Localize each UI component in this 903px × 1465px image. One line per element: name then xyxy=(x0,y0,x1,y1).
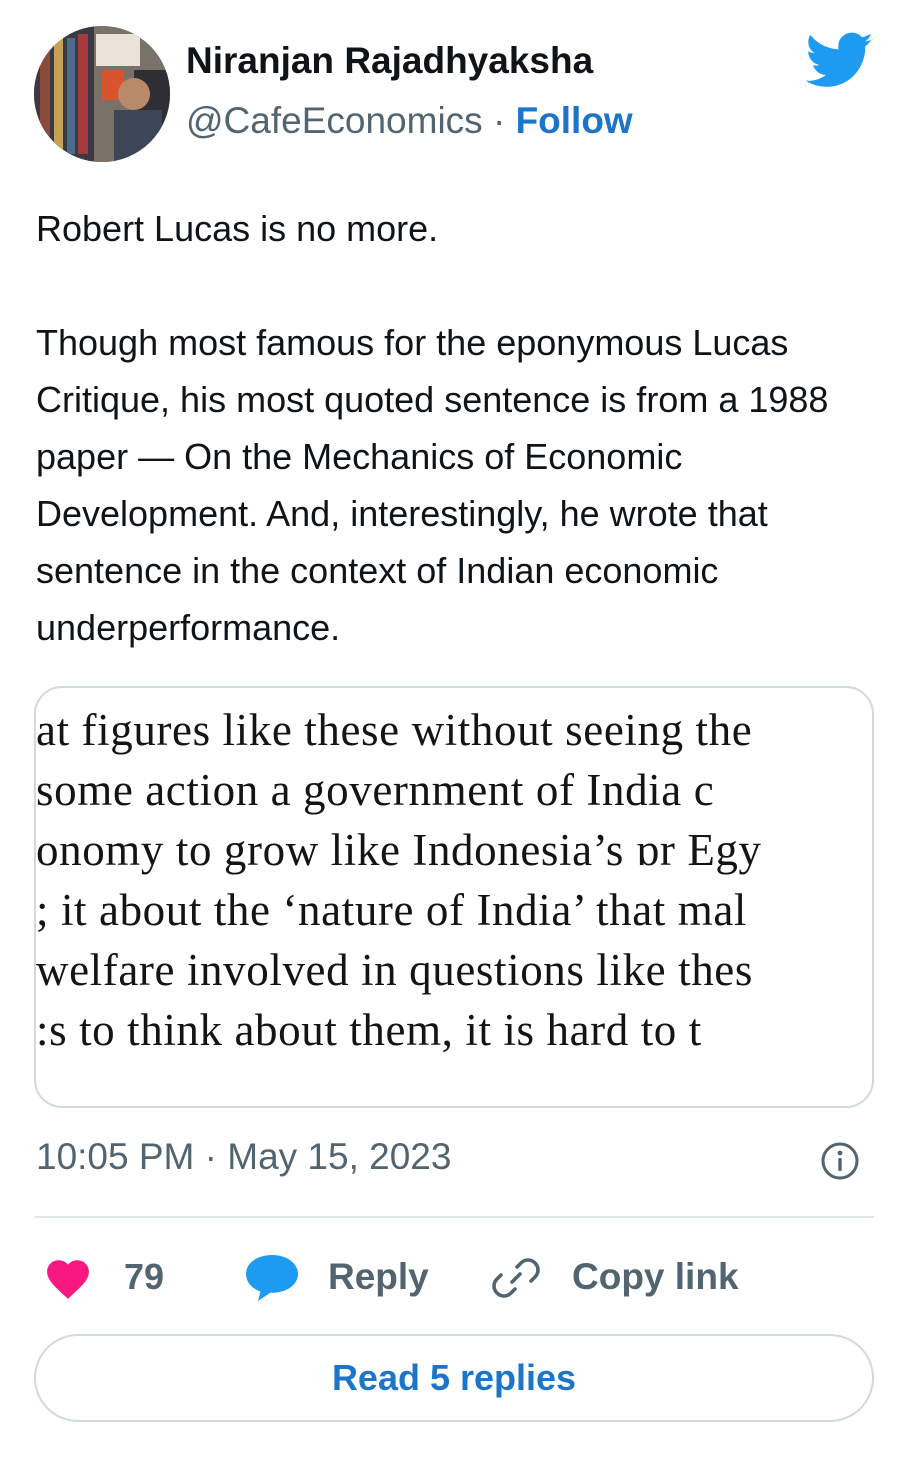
link-icon[interactable] xyxy=(490,1252,542,1304)
copy-link-button[interactable]: Copy link xyxy=(572,1256,739,1298)
author-name[interactable]: Niranjan Rajadhyaksha xyxy=(186,40,593,82)
tweet-timestamp[interactable]: 10:05 PM · May 15, 2023 xyxy=(36,1136,451,1178)
like-count[interactable]: 79 xyxy=(124,1256,164,1298)
twitter-bird-icon[interactable] xyxy=(806,32,874,90)
speech-bubble-icon[interactable] xyxy=(244,1253,300,1303)
follow-button[interactable]: Follow xyxy=(516,100,633,141)
tweet-text: Robert Lucas is no more. Though most fam… xyxy=(36,200,876,656)
image-text-line: ; it about the ‘nature of India’ that ma… xyxy=(36,885,748,935)
image-text-line: at figures like these without seeing the xyxy=(36,705,753,755)
image-text-line: some action a government of India c xyxy=(36,765,715,815)
author-handle[interactable]: @CafeEconomics xyxy=(186,100,483,141)
heart-icon[interactable] xyxy=(42,1254,94,1300)
read-replies-button[interactable]: Read 5 replies xyxy=(34,1334,874,1422)
tweet-image[interactable]: at figures like these without seeing the… xyxy=(34,686,874,1108)
tweet-paragraph: Though most famous for the eponymous Luc… xyxy=(36,322,829,648)
separator-dot: · xyxy=(492,100,506,141)
author-handle-row: @CafeEconomics · Follow xyxy=(186,100,633,142)
image-text-line: welfare involved in questions like thes xyxy=(36,945,753,995)
info-icon[interactable] xyxy=(820,1141,860,1181)
image-text-line: onomy to grow like Indonesia’s ɒr Egy xyxy=(36,825,762,875)
tweet-paragraph: Robert Lucas is no more. xyxy=(36,208,439,249)
avatar[interactable] xyxy=(34,26,170,162)
divider xyxy=(34,1216,874,1218)
image-text-line: :s to think about them, it is hard to t xyxy=(36,1005,702,1055)
reply-button[interactable]: Reply xyxy=(328,1256,429,1298)
avatar-photo xyxy=(34,26,170,162)
